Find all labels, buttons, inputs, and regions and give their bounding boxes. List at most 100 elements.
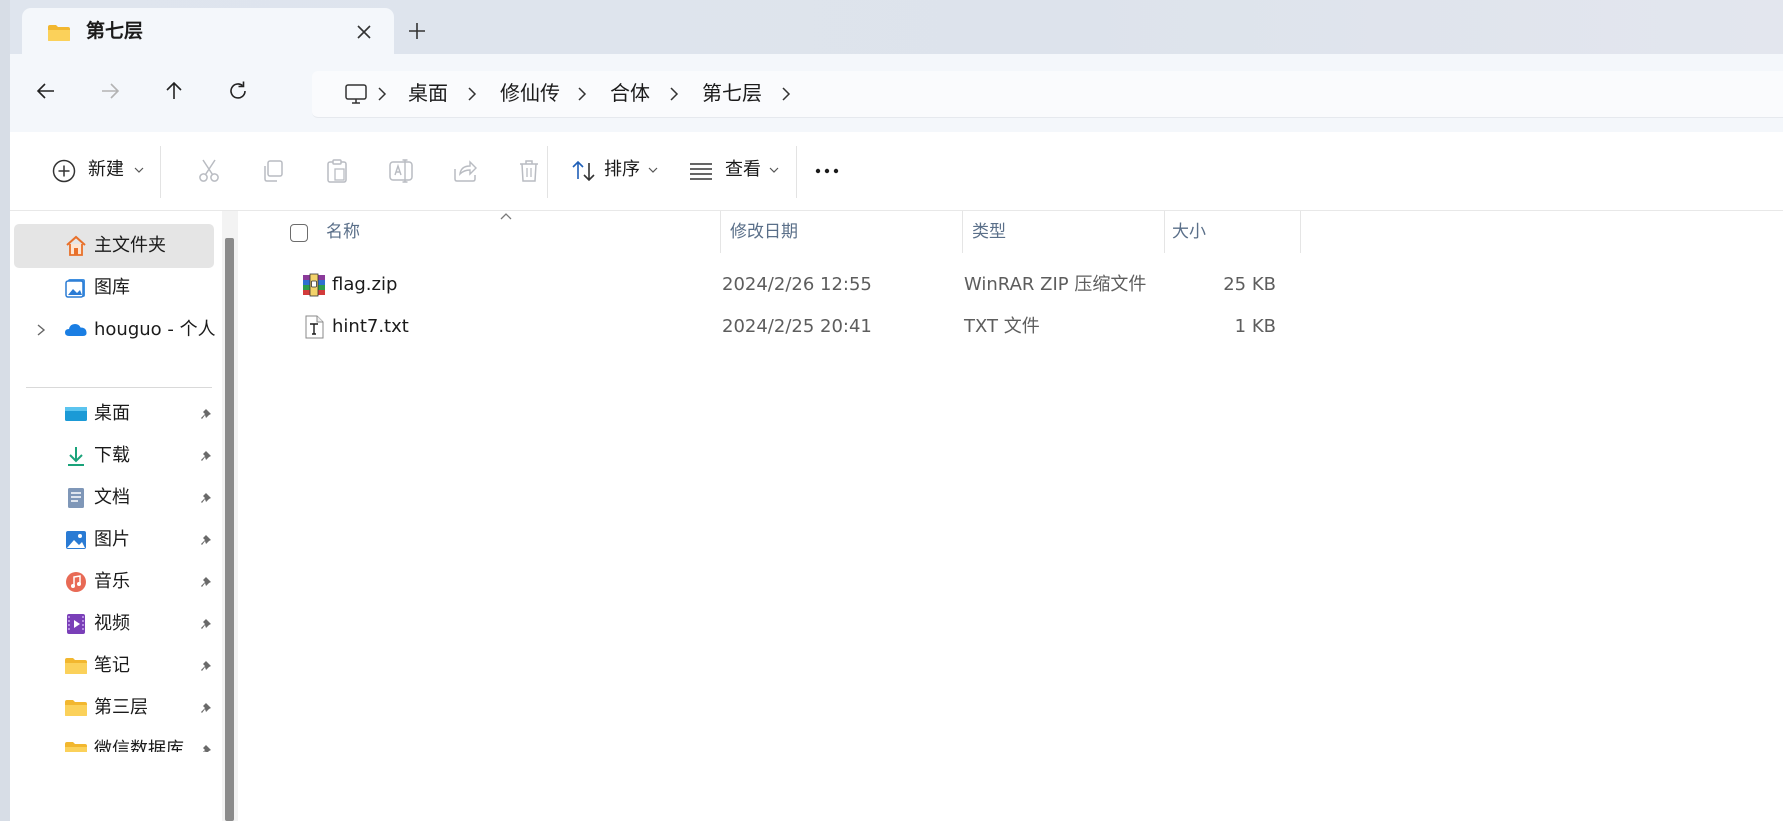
- add-circle-icon: [52, 159, 76, 183]
- folder-icon: [48, 25, 70, 41]
- pin-icon[interactable]: [200, 659, 214, 673]
- file-list: 名称 修改日期 类型 大小 flag.zip 2024/2/26 12:55 W…: [238, 211, 1783, 821]
- sidebar-item-notes[interactable]: 笔记: [14, 644, 214, 688]
- up-arrow-icon: [166, 81, 182, 99]
- navigation-pane: 主文件夹 图库 houguo - 个人 桌面 下载 文档 图片 音乐 视频 笔记…: [10, 211, 225, 821]
- pin-icon[interactable]: [200, 407, 214, 421]
- sidebar-item-home[interactable]: 主文件夹: [14, 224, 214, 268]
- file-size: 1 KB: [1234, 316, 1276, 337]
- sort-ascending-icon: [500, 213, 512, 220]
- sidebar-item-downloads[interactable]: 下载: [14, 434, 214, 478]
- column-divider[interactable]: [720, 211, 721, 253]
- gallery-icon: [65, 279, 85, 298]
- navigation-row: 桌面 修仙传 合体 第七层: [10, 54, 1783, 132]
- select-all-checkbox[interactable]: [290, 224, 308, 242]
- cut-icon[interactable]: [195, 157, 223, 185]
- file-size: 25 KB: [1223, 274, 1276, 295]
- pin-icon[interactable]: [200, 491, 214, 505]
- table-row[interactable]: hint7.txt 2024/2/25 20:41 TXT 文件 1 KB: [286, 307, 1386, 347]
- chevron-right-icon[interactable]: [36, 323, 46, 337]
- breadcrumb-item-desktop[interactable]: 桌面: [408, 80, 448, 106]
- sidebar-item-videos[interactable]: 视频: [14, 602, 214, 646]
- file-type: WinRAR ZIP 压缩文件: [964, 274, 1147, 295]
- sidebar-item-music[interactable]: 音乐: [14, 560, 214, 604]
- sidebar-item-label: 文档: [94, 487, 130, 508]
- toolbar-divider: [160, 146, 161, 198]
- pin-icon[interactable]: [200, 701, 214, 715]
- up-button[interactable]: [156, 73, 192, 109]
- folder-icon: [65, 742, 87, 752]
- copy-icon[interactable]: [259, 157, 287, 185]
- paste-icon[interactable]: [323, 157, 351, 185]
- refresh-button[interactable]: [220, 73, 256, 109]
- view-button[interactable]: 查看: [675, 132, 787, 210]
- column-divider[interactable]: [962, 211, 963, 253]
- breadcrumb-item-current[interactable]: 第七层: [702, 80, 762, 106]
- close-icon[interactable]: [354, 22, 374, 42]
- view-list-icon: [690, 163, 712, 180]
- forward-button[interactable]: [92, 73, 128, 109]
- tab-bar: 第七层: [10, 0, 1783, 54]
- this-pc-icon: [345, 84, 367, 104]
- desktop-edge: [0, 0, 10, 821]
- sidebar-item-gallery[interactable]: 图库: [14, 266, 214, 310]
- view-button-label: 查看: [725, 159, 761, 180]
- toolbar-divider: [547, 146, 548, 198]
- new-tab-button[interactable]: [406, 20, 428, 42]
- new-button[interactable]: 新建: [38, 132, 150, 210]
- table-row[interactable]: flag.zip 2024/2/26 12:55 WinRAR ZIP 压缩文件…: [286, 265, 1386, 305]
- home-icon: [66, 235, 86, 256]
- column-header-name[interactable]: 名称: [326, 211, 360, 253]
- videos-icon: [67, 614, 85, 634]
- file-name: hint7.txt: [332, 316, 409, 337]
- breadcrumb-item-xiuxianzhuan[interactable]: 修仙传: [500, 80, 560, 106]
- column-divider[interactable]: [1300, 211, 1301, 253]
- winrar-archive-icon: [303, 273, 325, 297]
- folder-icon: [65, 700, 87, 716]
- pin-icon[interactable]: [200, 533, 214, 547]
- sidebar-item-label: 音乐: [94, 571, 130, 592]
- sidebar-item-label: 第三层: [94, 697, 148, 718]
- sidebar-item-desktop[interactable]: 桌面: [14, 392, 214, 436]
- address-bar[interactable]: 桌面 修仙传 合体 第七层: [312, 71, 1783, 118]
- chevron-right-icon: [468, 87, 477, 101]
- desktop-icon: [65, 407, 87, 421]
- sidebar-item-wechat-db[interactable]: 微信数据库: [14, 728, 214, 752]
- column-divider[interactable]: [1164, 211, 1165, 253]
- sidebar-item-label: 桌面: [94, 403, 130, 424]
- pin-icon[interactable]: [200, 617, 214, 631]
- tab-title: 第七层: [86, 20, 144, 42]
- more-options-icon[interactable]: [813, 157, 841, 185]
- column-header-type[interactable]: 类型: [972, 211, 1006, 253]
- breadcrumb-item-heti[interactable]: 合体: [610, 80, 650, 106]
- refresh-icon: [230, 81, 246, 99]
- sidebar-scrollbar-thumb[interactable]: [225, 238, 234, 821]
- sidebar-item-onedrive[interactable]: houguo - 个人: [14, 308, 216, 352]
- pin-icon[interactable]: [200, 743, 214, 752]
- chevron-right-icon: [578, 87, 587, 101]
- sidebar-item-label: 视频: [94, 613, 130, 634]
- rename-icon[interactable]: [387, 157, 415, 185]
- sidebar-item-pictures[interactable]: 图片: [14, 518, 214, 562]
- tab-current-folder[interactable]: 第七层: [22, 8, 394, 54]
- column-header-size[interactable]: 大小: [1172, 211, 1206, 253]
- share-icon[interactable]: [451, 157, 479, 185]
- toolbar-divider: [796, 146, 797, 198]
- back-button[interactable]: [28, 73, 64, 109]
- file-name: flag.zip: [332, 274, 398, 295]
- chevron-right-icon: [378, 87, 387, 101]
- documents-icon: [68, 488, 84, 508]
- file-type: TXT 文件: [964, 316, 1040, 337]
- column-header-modified[interactable]: 修改日期: [730, 211, 798, 253]
- sort-button[interactable]: 排序: [558, 132, 666, 210]
- sidebar-divider: [26, 387, 212, 388]
- delete-icon[interactable]: [515, 157, 543, 185]
- sort-icon: [572, 160, 595, 182]
- sidebar-item-label: 图库: [94, 277, 130, 298]
- pin-icon[interactable]: [200, 449, 214, 463]
- sidebar-item-layer3[interactable]: 第三层: [14, 686, 214, 730]
- chevron-right-icon[interactable]: [780, 86, 792, 102]
- pin-icon[interactable]: [200, 575, 214, 589]
- sidebar-item-documents[interactable]: 文档: [14, 476, 214, 520]
- onedrive-cloud-icon: [65, 324, 87, 336]
